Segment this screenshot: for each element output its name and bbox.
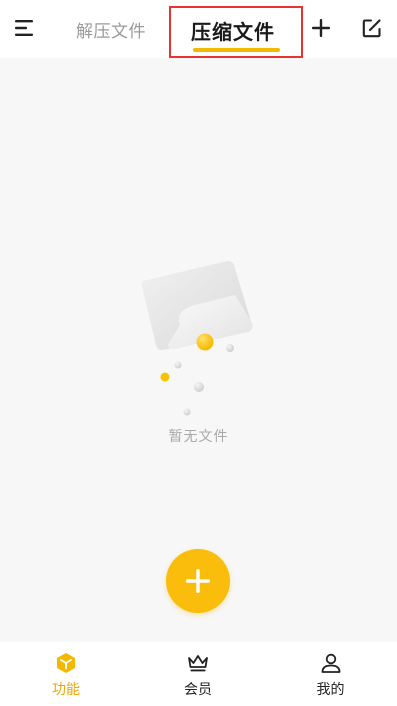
nav-label-membership: 会员 [184, 682, 212, 698]
nav-item-membership[interactable]: 会员 [132, 642, 264, 706]
tab-compress[interactable]: 压缩文件 [169, 6, 303, 58]
empty-state-text: 暂无文件 [168, 429, 229, 445]
nav-item-profile[interactable]: 我的 [264, 642, 397, 706]
crown-icon [187, 652, 209, 674]
menu-icon[interactable] [15, 19, 35, 37]
nav-label-functions: 功能 [52, 682, 80, 698]
active-tab-indicator [193, 48, 280, 52]
empty-folder-illustration [135, 255, 260, 420]
nav-item-functions[interactable]: 功能 [0, 642, 132, 706]
tab-unzip[interactable]: 解压文件 [76, 17, 146, 42]
cube-icon [55, 652, 77, 674]
user-icon [320, 652, 342, 674]
bottom-navigation: 功能 会员 我的 [0, 642, 397, 706]
tab-compress-label: 压缩文件 [191, 20, 275, 44]
add-file-button[interactable] [166, 549, 230, 613]
edit-icon[interactable] [362, 18, 382, 38]
top-bar: 解压文件 压缩文件 [0, 0, 397, 58]
plus-icon [186, 569, 210, 593]
nav-label-profile: 我的 [316, 682, 345, 698]
plus-icon[interactable] [310, 17, 332, 39]
